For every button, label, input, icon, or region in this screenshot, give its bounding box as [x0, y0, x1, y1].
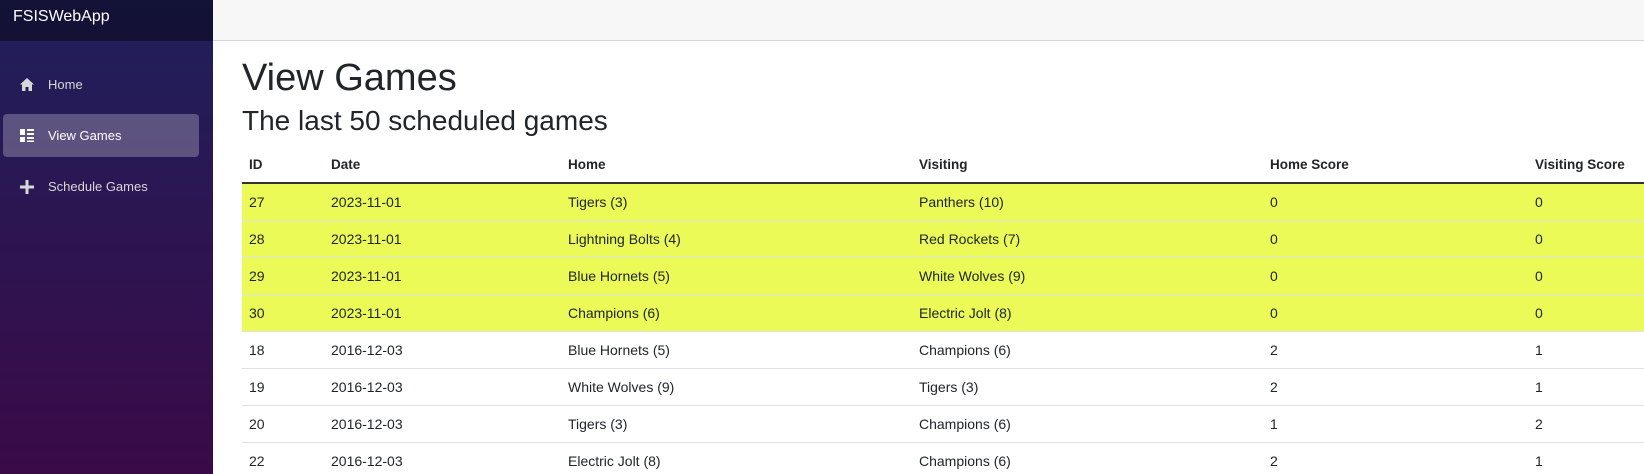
cell-date: 2016-12-03: [324, 368, 561, 406]
app-brand[interactable]: FSISWebApp: [0, 0, 213, 41]
cell-visiting-score: 0: [1528, 220, 1644, 258]
list-icon: [17, 127, 37, 145]
cell-home-score: 0: [1263, 257, 1528, 295]
cell-visiting: White Wolves (9): [912, 257, 1263, 295]
header-home-score: Home Score: [1263, 147, 1528, 185]
cell-home-score: 0: [1263, 220, 1528, 258]
cell-visiting: Red Rockets (7): [912, 220, 1263, 258]
cell-visiting-score: 0: [1528, 294, 1644, 332]
cell-id: 20: [242, 405, 324, 443]
cell-home: Tigers (3): [561, 405, 912, 443]
cell-visiting: Champions (6): [912, 442, 1263, 474]
cell-visiting: Champions (6): [912, 331, 1263, 369]
table-row: 29 2023-11-01 Blue Hornets (5) White Wol…: [242, 257, 1644, 295]
cell-date: 2023-11-01: [324, 257, 561, 295]
cell-visiting: Electric Jolt (8): [912, 294, 1263, 332]
cell-visiting-score: 1: [1528, 331, 1644, 369]
home-icon: [17, 76, 37, 94]
cell-home-score: 2: [1263, 368, 1528, 406]
cell-visiting-score: 1: [1528, 368, 1644, 406]
page-title: View Games: [242, 57, 457, 99]
cell-home: Champions (6): [561, 294, 912, 332]
cell-id: 19: [242, 368, 324, 406]
cell-visiting-score: 0: [1528, 257, 1644, 295]
cell-home-score: 0: [1263, 183, 1528, 221]
header-visiting: Visiting: [912, 147, 1263, 185]
sidebar-nav: Home View Games Schedule Games: [0, 41, 213, 208]
cell-home: Lightning Bolts (4): [561, 220, 912, 258]
header-date: Date: [324, 147, 561, 185]
header-visiting-score: Visiting Score: [1528, 147, 1644, 185]
cell-visiting: Panthers (10): [912, 183, 1263, 221]
cell-id: 22: [242, 442, 324, 474]
top-bar: [213, 0, 1644, 41]
sidebar: FSISWebApp Home View Games Schedule Game…: [0, 0, 213, 474]
cell-date: 2016-12-03: [324, 405, 561, 443]
cell-home-score: 2: [1263, 442, 1528, 474]
table-row: 20 2016-12-03 Tigers (3) Champions (6) 1…: [242, 405, 1644, 443]
cell-visiting-score: 1: [1528, 442, 1644, 474]
cell-home: White Wolves (9): [561, 368, 912, 406]
sidebar-item-label: Schedule Games: [48, 179, 148, 194]
table-row: 22 2016-12-03 Electric Jolt (8) Champion…: [242, 442, 1644, 474]
cell-visiting-score: 0: [1528, 183, 1644, 221]
table-row: 27 2023-11-01 Tigers (3) Panthers (10) 0…: [242, 183, 1644, 221]
cell-home: Tigers (3): [561, 183, 912, 221]
main-content: View Games The last 50 scheduled games I…: [242, 41, 1644, 474]
table-row: 28 2023-11-01 Lightning Bolts (4) Red Ro…: [242, 220, 1644, 258]
cell-date: 2016-12-03: [324, 331, 561, 369]
cell-id: 29: [242, 257, 324, 295]
table-header-row: ID Date Home Visiting Home Score Visitin…: [242, 147, 1644, 185]
plus-icon: [17, 178, 37, 196]
cell-date: 2023-11-01: [324, 294, 561, 332]
sidebar-item-label: View Games: [48, 128, 122, 143]
cell-date: 2023-11-01: [324, 220, 561, 258]
cell-home-score: 2: [1263, 331, 1528, 369]
cell-date: 2016-12-03: [324, 442, 561, 474]
table-row: 18 2016-12-03 Blue Hornets (5) Champions…: [242, 331, 1644, 369]
header-home: Home: [561, 147, 912, 185]
cell-id: 27: [242, 183, 324, 221]
cell-visiting: Champions (6): [912, 405, 1263, 443]
page-subtitle: The last 50 scheduled games: [242, 104, 608, 136]
cell-id: 30: [242, 294, 324, 332]
sidebar-item-view-games[interactable]: View Games: [3, 114, 199, 157]
sidebar-item-schedule-games[interactable]: Schedule Games: [3, 165, 199, 208]
sidebar-item-home[interactable]: Home: [3, 63, 199, 106]
cell-home: Blue Hornets (5): [561, 331, 912, 369]
cell-id: 28: [242, 220, 324, 258]
cell-home: Electric Jolt (8): [561, 442, 912, 474]
cell-date: 2023-11-01: [324, 183, 561, 221]
header-id: ID: [242, 147, 324, 185]
cell-home: Blue Hornets (5): [561, 257, 912, 295]
table-row: 30 2023-11-01 Champions (6) Electric Jol…: [242, 294, 1644, 332]
sidebar-item-label: Home: [48, 77, 83, 92]
cell-id: 18: [242, 331, 324, 369]
cell-visiting-score: 2: [1528, 405, 1644, 443]
table-row: 19 2016-12-03 White Wolves (9) Tigers (3…: [242, 368, 1644, 406]
cell-home-score: 1: [1263, 405, 1528, 443]
games-table: ID Date Home Visiting Home Score Visitin…: [242, 147, 1644, 474]
cell-home-score: 0: [1263, 294, 1528, 332]
cell-visiting: Tigers (3): [912, 368, 1263, 406]
